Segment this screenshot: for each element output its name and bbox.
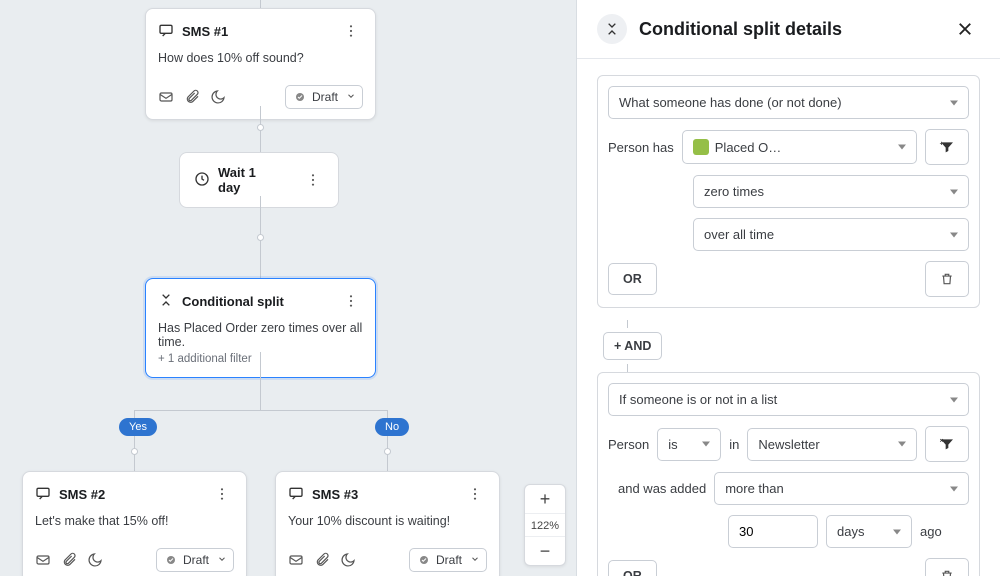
attachment-icon [314, 552, 330, 568]
card-sms-1[interactable]: SMS #1 How does 10% off sound? Draft [145, 8, 376, 120]
moon-icon [340, 552, 356, 568]
close-button[interactable] [950, 14, 980, 44]
svg-text:+: + [940, 141, 944, 148]
draft-status-dropdown[interactable]: Draft [156, 548, 234, 572]
count-select[interactable]: zero times [693, 175, 969, 208]
card-more-menu[interactable] [339, 289, 363, 313]
email-icon [158, 89, 174, 105]
and-connector [627, 320, 628, 328]
svg-text:×: × [940, 438, 944, 445]
details-panel: Conditional split details What someone h… [577, 0, 1000, 576]
flow-canvas[interactable]: SMS #1 How does 10% off sound? Draft [0, 0, 577, 576]
split-icon [158, 292, 174, 311]
draft-status-dropdown[interactable]: Draft [409, 548, 487, 572]
attachment-icon [184, 89, 200, 105]
card-body: Let's make that 15% off! [23, 506, 246, 540]
draft-label: Draft [183, 553, 209, 567]
person-label: Person [608, 437, 649, 452]
card-body: Your 10% discount is waiting! [276, 506, 499, 540]
condition-group-1: What someone has done (or not done) Pers… [597, 75, 980, 308]
draft-label: Draft [436, 553, 462, 567]
zoom-out-button[interactable]: − [525, 537, 565, 565]
connector-node [257, 234, 264, 241]
card-body: How does 10% off sound? [146, 43, 375, 77]
attachment-icon [61, 552, 77, 568]
rule-type-select[interactable]: What someone has done (or not done) [608, 86, 969, 119]
comparator-select[interactable]: more than [714, 472, 969, 505]
delete-condition-button[interactable] [925, 261, 969, 297]
draft-status-dropdown[interactable]: Draft [285, 85, 363, 109]
chevron-down-icon [346, 90, 356, 104]
card-more-menu[interactable] [210, 482, 234, 506]
add-filter-button[interactable]: + [925, 129, 969, 165]
draft-label: Draft [312, 90, 338, 104]
card-wait[interactable]: Wait 1 day [179, 152, 339, 208]
card-more-menu[interactable] [339, 19, 363, 43]
connector [134, 410, 387, 411]
connector-node [257, 124, 264, 131]
connector [260, 352, 261, 410]
card-sms-3[interactable]: SMS #3 Your 10% discount is waiting! Dra… [275, 471, 500, 576]
connector-node [384, 448, 391, 455]
branch-yes-pill: Yes [119, 418, 157, 436]
or-button[interactable]: OR [608, 263, 657, 295]
chevron-down-icon [470, 553, 480, 567]
connector [260, 0, 261, 8]
connector-node [131, 448, 138, 455]
is-select[interactable]: is [657, 428, 721, 461]
moon-icon [210, 89, 226, 105]
condition-group-2: If someone is or not in a list Person is… [597, 372, 980, 576]
zoom-level: 122% [525, 513, 565, 537]
card-title: SMS #2 [59, 487, 105, 502]
clock-icon [194, 171, 210, 190]
sms-icon [288, 485, 304, 504]
person-has-label: Person has [608, 140, 674, 155]
delete-condition-button[interactable] [925, 558, 969, 576]
card-more-menu[interactable] [302, 168, 324, 192]
card-title: Conditional split [182, 294, 284, 309]
panel-title: Conditional split details [639, 19, 842, 40]
and-connector [627, 364, 628, 372]
timerange-select[interactable]: over all time [693, 218, 969, 251]
add-and-between-button[interactable]: + AND [603, 332, 662, 360]
card-title: SMS #1 [182, 24, 228, 39]
chevron-down-icon [217, 553, 227, 567]
sms-icon [158, 22, 174, 41]
ago-label: ago [920, 524, 942, 539]
split-description: Has Placed Order zero times over all tim… [158, 321, 363, 349]
card-sms-2[interactable]: SMS #2 Let's make that 15% off! Draft [22, 471, 247, 576]
unit-select[interactable]: days [826, 515, 912, 548]
sms-icon [35, 485, 51, 504]
list-select[interactable]: Newsletter [747, 428, 917, 461]
email-icon [35, 552, 51, 568]
moon-icon [87, 552, 103, 568]
zoom-in-button[interactable]: + [525, 485, 565, 513]
split-icon [597, 14, 627, 44]
wait-label: Wait 1 day [218, 165, 278, 195]
card-more-menu[interactable] [463, 482, 487, 506]
remove-filter-button[interactable]: × [925, 426, 969, 462]
card-title: SMS #3 [312, 487, 358, 502]
email-icon [288, 552, 304, 568]
metric-select[interactable]: Placed O… [682, 130, 917, 164]
branch-no-pill: No [375, 418, 409, 436]
added-label: and was added [618, 481, 706, 496]
in-label: in [729, 437, 739, 452]
zoom-control: + 122% − [524, 484, 566, 566]
shopify-icon [693, 139, 709, 155]
rule-type-select[interactable]: If someone is or not in a list [608, 383, 969, 416]
or-button[interactable]: OR [608, 560, 657, 576]
quantity-input[interactable] [728, 515, 818, 548]
